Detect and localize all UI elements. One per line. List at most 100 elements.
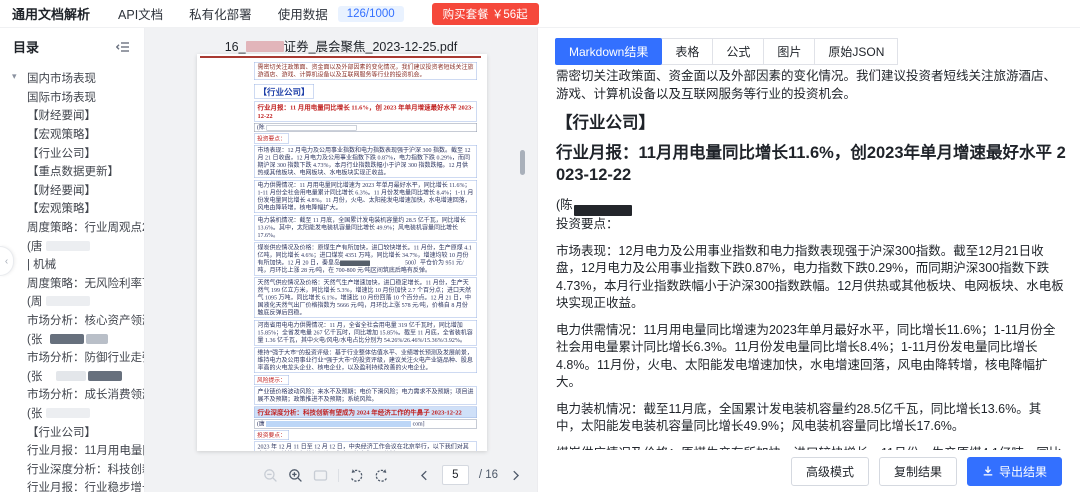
advanced-mode-button[interactable]: 高级模式 (791, 457, 869, 486)
pdf-text-segment: 市场表现：12 月电力及公用事业指数和电力指数表现强于沪深 300 指数。截至 … (258, 147, 471, 177)
redacted-text (46, 408, 90, 418)
toc-item[interactable]: 【重点数据更新】 (0, 162, 144, 181)
toc-item[interactable]: 周度策略：行业周观点20... (0, 218, 144, 237)
collapse-toc-icon[interactable] (116, 39, 131, 54)
toc-item[interactable]: 市场分析：核心资产领涨A... (0, 311, 144, 330)
zoom-in-icon[interactable] (288, 468, 303, 483)
toc-item-label: 国际市场表现 (27, 89, 96, 105)
toc-item[interactable]: 【行业公司】 (0, 422, 144, 441)
toc-item[interactable]: 【财经要闻】 (0, 106, 144, 125)
pdf-text-segment: 2023 年 12 月 11 日至 12 月 12 日，中央经济工作会议在北京举… (258, 443, 469, 451)
toc-item[interactable]: 国际市场表现 (0, 88, 144, 107)
redacted-text (46, 296, 90, 306)
toc-item-label: 市场分析：防御行业走强A... (27, 349, 144, 365)
toc-item-label: (张 (27, 405, 42, 421)
markdown-heading: 【行业公司】 (556, 112, 1066, 134)
redacted-text (86, 334, 108, 344)
toc-sidebar: 目录 ▾国内市场表现国际市场表现【财经要闻】【宏观策略】【行业公司】【重点数据更… (0, 28, 145, 492)
pdf-author-text: (陈 (257, 125, 265, 131)
zoom-out-icon[interactable] (263, 468, 278, 483)
pdf-paragraph: 河南省用电电力供需情况：11 月，全省全社会用电量 319 亿千瓦时，同比增加 … (254, 320, 477, 346)
pdf-label-wrap: 投资要点： (254, 430, 477, 440)
redacted-text (340, 260, 370, 266)
pdf-filename-prefix: 16_ (225, 40, 246, 54)
pdf-author-text: (唐 (257, 421, 265, 427)
pdf-paragraph: 市场表现：12 月电力及公用事业指数和电力指数表现强于沪深 300 指数。截至 … (254, 145, 477, 178)
pdf-paragraph: 维持“强于大市”的投资评级：基于行业整体估值水平、业绩增长预测及发展前景，维持电… (254, 348, 477, 374)
toc-item[interactable]: 市场分析：成长消费领涨A... (0, 385, 144, 404)
pdf-paragraph: 煤炭供应情况及价格：原煤生产有所加快，进口较快增长。11 月份，生产原煤 4.1… (254, 243, 477, 276)
toc-item-label: 周度策略：无风险利率下... (27, 275, 144, 291)
app-title: 通用文档解析 (12, 4, 90, 23)
toc-item[interactable]: (张 (0, 329, 144, 348)
export-result-button[interactable]: 导出结果 (967, 457, 1062, 486)
prev-page-icon[interactable] (417, 468, 432, 483)
toc-item[interactable]: 【宏观策略】 (0, 125, 144, 144)
pdf-filename: 16_证券_晨会聚焦_2023-12-25.pdf (145, 28, 537, 55)
md-text-segment: 市场表现：12月电力及公用事业指数和电力指数表现强于沪深300指数。截至12月2… (556, 244, 1064, 311)
page-total-label: / 16 (479, 469, 498, 481)
toc-item[interactable]: 周度策略：无风险利率下... (0, 274, 144, 293)
md-text-segment: 电力供需情况：11月用电量同比增速为2023年单月最好水平，同比增长11.6%；… (556, 323, 1055, 390)
toc-item[interactable]: 行业深度分析：科技创新... (0, 459, 144, 478)
tab-原始JSON[interactable]: 原始JSON (814, 38, 898, 65)
markdown-result-content: 需密切关注政策面、资金面以及外部因素的变化情况。我们建议投资者短线关注旅游酒店、… (556, 68, 1066, 452)
toc-item-label: (唐 (27, 238, 42, 254)
toc-item[interactable]: (周 (0, 292, 144, 311)
toc-item-label: (张 (27, 368, 42, 384)
toc-item-label: 【行业公司】 (27, 145, 96, 161)
tab-表格[interactable]: 表格 (661, 38, 713, 65)
pdf-report-title: 行业深度分析：科技创新有望成为 2024 年经济工作的牛鼻子 2023-12-2… (254, 407, 477, 419)
usage-quota-badge: 126/1000 (338, 6, 404, 22)
toc-item[interactable]: 【行业公司】 (0, 143, 144, 162)
pdf-author-suffix: com] (413, 421, 425, 427)
toc-item[interactable]: 【财经要闻】 (0, 181, 144, 200)
pdf-text-segment: 维持“强于大市”的投资评级：基于行业整体估值水平、业绩增长预测及发展前景，维持电… (258, 349, 473, 371)
page-number-input[interactable] (442, 465, 469, 485)
toc-item-label: 市场分析：核心资产领涨A... (27, 312, 144, 328)
toc-item[interactable]: (张 (0, 367, 144, 386)
copy-result-button[interactable]: 复制结果 (879, 457, 957, 486)
toc-item-label: 【财经要闻】 (27, 107, 96, 123)
md-text-segment: 电力装机情况：截至11月底，全国累计发电装机容量约28.5亿千瓦，同比增长13.… (556, 402, 1041, 434)
toc-item[interactable]: 市场分析：防御行业走强A... (0, 348, 144, 367)
toc-list: ▾国内市场表现国际市场表现【财经要闻】【宏观策略】【行业公司】【重点数据更新】【… (0, 69, 144, 492)
pdf-scrollbar-thumb[interactable] (520, 150, 525, 175)
pdf-paragraph: 电力供需情况：11 月用电量同比增速为 2023 年单月最好水平，同比增长 11… (254, 180, 477, 213)
tab-公式[interactable]: 公式 (712, 38, 764, 65)
caret-down-icon[interactable]: ▾ (12, 71, 17, 82)
toc-item-label: 行业月报：11月用电量同... (27, 442, 144, 458)
redacted-text (56, 371, 86, 381)
markdown-author-text: (陈 (556, 198, 573, 212)
pdf-label-wrap: 风险提示： (254, 375, 477, 385)
nav-api-docs[interactable]: API文档 (118, 4, 163, 23)
toc-item[interactable]: 行业月报：11月用电量同... (0, 441, 144, 460)
export-result-label: 导出结果 (999, 463, 1047, 480)
toc-item[interactable]: 行业月报：行业稳步增长... (0, 478, 144, 492)
nav-private-deploy[interactable]: 私有化部署 (189, 4, 252, 23)
buy-plan-button[interactable]: 购买套餐 ￥56起 (432, 3, 539, 25)
pdf-text-segment: 河南省用电电力供需情况：11 月，全省全社会用电量 319 亿千瓦时，同比增加 … (258, 322, 473, 344)
nav-usage-data[interactable]: 使用数据 (278, 4, 328, 23)
toc-item[interactable]: 【宏观策略】 (0, 199, 144, 218)
fit-width-icon[interactable] (313, 468, 328, 483)
next-page-icon[interactable] (508, 468, 523, 483)
app-window: 通用文档解析 API文档 私有化部署 使用数据 126/1000 购买套餐 ￥5… (0, 0, 1080, 492)
rotate-right-icon[interactable] (374, 468, 389, 483)
tab-图片[interactable]: 图片 (763, 38, 815, 65)
toc-item[interactable]: | 机械 (0, 255, 144, 274)
toc-item[interactable]: (唐 (0, 236, 144, 255)
pdf-text-segment: 天然气供应情况及价格：天然气生产增速加快，进口稳定增长。11 月份，生产天然气 … (258, 279, 472, 316)
toc-item[interactable]: ▾国内市场表现 (0, 69, 144, 88)
pdf-intro-paragraph: 需密切关注政策面、资金面以及外部因素的变化情况，我们建议投资者短线关注旅游酒店、… (254, 62, 477, 80)
toc-item[interactable]: (张 (0, 404, 144, 423)
toc-item-label: 【行业公司】 (27, 424, 96, 440)
tab-Markdown结果[interactable]: Markdown结果 (555, 38, 662, 65)
pdf-section-wrap: 【行业公司】 (254, 84, 477, 99)
redacted-text (50, 334, 84, 344)
rotate-left-icon[interactable] (349, 468, 364, 483)
pdf-text-segment: 电力供需情况：11 月用电量同比增速为 2023 年单月最好水平，同比增长 11… (258, 182, 474, 212)
pdf-page[interactable]: 需密切关注政策面、资金面以及外部因素的变化情况，我们建议投资者短线关注旅游酒店、… (197, 54, 487, 451)
pdf-key-points-label: 风险提示： (254, 375, 289, 385)
markdown-paragraph: 需密切关注政策面、资金面以及外部因素的变化情况。我们建议投资者短线关注旅游酒店、… (556, 68, 1066, 103)
